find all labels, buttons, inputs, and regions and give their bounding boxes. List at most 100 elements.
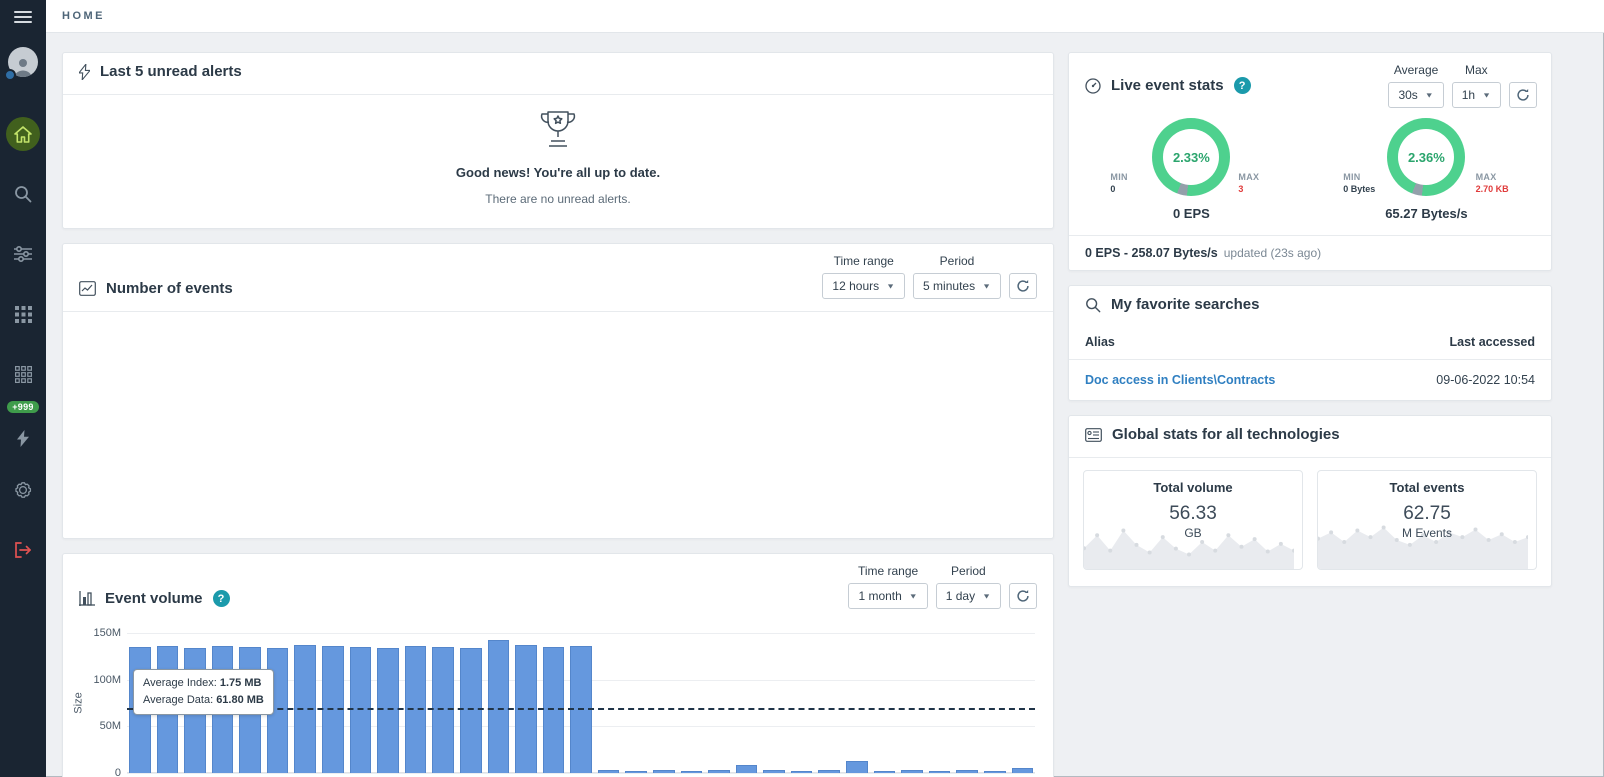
user-avatar[interactable] [8,47,38,77]
total-events-value: 62.75 [1318,503,1536,525]
volume-bar[interactable] [846,761,868,773]
right-column: Live event stats ? Average 30s ▼ Max [1068,52,1552,777]
average-value: 30s [1398,88,1417,102]
total-volume-unit: GB [1084,526,1302,540]
volume-bar[interactable] [598,770,620,773]
volume-bar[interactable] [432,647,454,773]
volume-bar[interactable] [763,770,785,773]
bytes-max: MAX 2.70 KB [1476,172,1510,194]
refresh-icon [1516,88,1530,102]
refresh-button[interactable] [1509,82,1537,108]
alias-column-header: Alias [1085,335,1115,349]
sidebar-item-filters[interactable] [6,237,40,271]
grid-icon [15,306,32,323]
volume-bar[interactable] [350,647,372,773]
favorite-search-link[interactable]: Doc access in Clients\Contracts [1085,373,1275,387]
stats-panel-icon [1085,428,1102,442]
number-of-events-title-row: Number of events [79,280,233,299]
volume-bar[interactable] [984,771,1006,773]
volume-bar[interactable] [625,771,647,773]
number-of-events-controls: Time range 12 hours ▼ Period 5 minutes ▼ [822,254,1037,299]
breadcrumb: HOME [62,10,105,22]
home-icon [14,126,32,143]
volume-bar[interactable] [460,648,482,773]
eps-gauge: MIN 0 2.33% 0 EPS MAX 3 [1110,118,1272,221]
y-tick-label: 150M [93,627,121,639]
period-select[interactable]: 1 day ▼ [936,583,1001,609]
bytes-value: 65.27 Bytes/s [1385,206,1467,221]
volume-bar[interactable] [377,648,399,773]
eps-donut: 2.33% [1152,118,1230,196]
min-label: MIN [1343,172,1377,182]
live-stats-title: Live event stats [1111,77,1224,94]
max-select[interactable]: 1h ▼ [1452,82,1501,108]
global-stats-title: Global stats for all technologies [1112,426,1340,443]
gear-icon [14,481,32,499]
total-events-unit: M Events [1318,526,1536,540]
sliders-icon [14,246,32,262]
bytes-min: MIN 0 Bytes [1343,172,1377,194]
eps-min: MIN 0 [1110,172,1144,194]
sidebar-item-home[interactable] [6,117,40,151]
period-label: Period [951,564,986,578]
volume-bar[interactable] [543,647,565,773]
period-label: Period [940,254,975,268]
volume-bar[interactable] [929,771,951,773]
number-of-events-card: Number of events Time range 12 hours ▼ P… [62,243,1054,539]
tooltip-line2-label: Average Data: [143,694,213,706]
gauge-icon [1085,78,1101,94]
volume-bar[interactable] [791,771,813,773]
sidebar-item-modules[interactable] [6,357,40,391]
sidebar-item-logout[interactable] [6,533,40,567]
line-chart-icon [79,281,96,296]
volume-bar[interactable] [818,770,840,773]
main-content: Last 5 unread alerts [46,33,1604,777]
volume-bar[interactable] [708,770,730,773]
help-icon[interactable]: ? [1234,77,1251,94]
live-stats-summary: 0 EPS - 258.07 Bytes/s [1085,246,1218,260]
time-range-value: 1 month [858,589,901,603]
max-label: MAX [1476,172,1497,182]
last-accessed-column-header: Last accessed [1450,335,1535,349]
time-range-select[interactable]: 12 hours ▼ [822,273,905,299]
volume-bar[interactable] [901,770,923,773]
min-label: MIN [1110,172,1144,182]
chevron-down-icon: ▼ [886,282,895,290]
hamburger-menu-icon[interactable] [0,0,46,33]
chevron-down-icon: ▼ [982,592,991,600]
favorite-searches-card: My favorite searches Alias Last accessed… [1068,285,1552,401]
period-select[interactable]: 5 minutes ▼ [913,273,1001,299]
search-icon [1085,297,1101,313]
average-select[interactable]: 30s ▼ [1388,82,1443,108]
volume-bar[interactable] [874,771,896,773]
avatar-status-badge [4,69,16,81]
bar-chart-icon [79,591,95,606]
sidebar-item-settings[interactable] [6,473,40,507]
refresh-button[interactable] [1009,583,1037,609]
max-value: 3 [1238,184,1243,194]
volume-bar[interactable] [653,770,675,773]
number-of-events-title: Number of events [106,280,233,297]
volume-bar[interactable] [1012,768,1034,773]
refresh-button[interactable] [1009,273,1037,299]
chevron-down-icon: ▼ [1482,91,1491,99]
live-stats-updated: updated (23s ago) [1224,246,1321,260]
eps-value: 0 EPS [1173,206,1210,221]
volume-bar[interactable] [956,770,978,773]
volume-bar[interactable] [681,771,703,773]
logout-icon [14,542,32,558]
alerts-empty-state: Good news! You're all up to date. There … [63,95,1053,228]
chart-tooltip: Average Index: 1.75 MB Average Data: 61.… [133,669,274,715]
help-icon[interactable]: ? [213,590,230,607]
alerts-good-news-text: Good news! You're all up to date. [456,165,660,180]
time-range-value: 12 hours [832,279,879,293]
sidebar-item-activity[interactable] [6,421,40,455]
volume-bar[interactable] [736,765,758,773]
time-range-select[interactable]: 1 month ▼ [848,583,927,609]
alerts-no-unread-text: There are no unread alerts. [485,192,630,206]
alerts-card: Last 5 unread alerts [62,52,1054,229]
lightning-icon [17,430,29,447]
sidebar-item-search[interactable] [6,177,40,211]
bytes-gauge: MIN 0 Bytes 2.36% 65.27 Bytes/s MAX 2.70… [1343,118,1509,221]
sidebar-item-apps[interactable] [6,297,40,331]
